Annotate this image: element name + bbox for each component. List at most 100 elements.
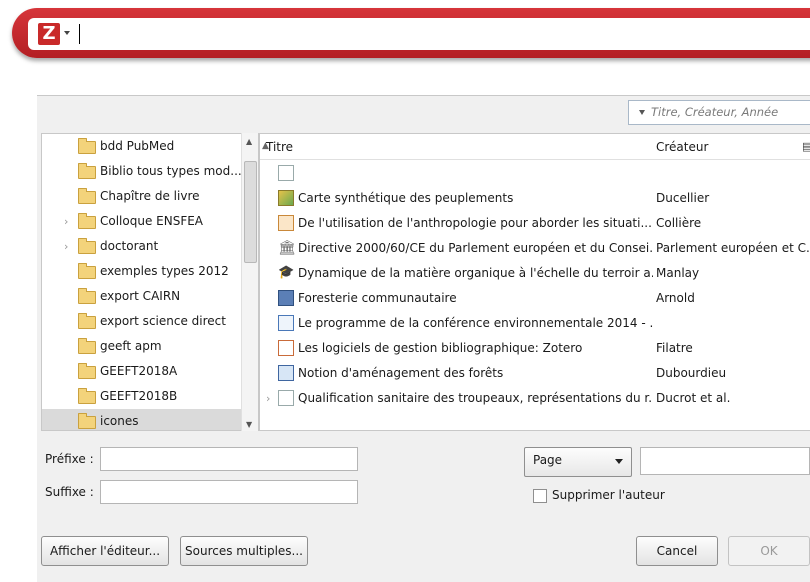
collection-item[interactable]: GEEFT2018B [42,384,246,409]
scroll-down-icon[interactable]: ▼ [246,420,252,429]
thesis-icon: 🎓 [278,265,295,280]
ok-button[interactable]: OK [728,536,810,566]
item-row[interactable] [260,161,810,186]
map-icon [278,190,294,206]
expand-twisty-icon[interactable]: › [64,209,68,234]
document-icon [278,390,294,406]
collection-item[interactable]: icones [42,409,246,430]
collection-label: doctorant [100,239,159,253]
item-creator: Ducellier [656,191,710,205]
collection-item[interactable]: exemples types 2012 [42,259,246,284]
items-header: ▲ Titre Créateur ▤ [260,134,810,160]
item-title: Dynamique de la matière organique à l'éc… [298,266,653,280]
book-section-icon [278,365,294,381]
item-creator: Dubourdieu [656,366,727,380]
item-creator: Parlement européen et C... [656,241,810,255]
scrollbar-thumb[interactable] [244,161,257,263]
folder-icon [78,338,96,354]
prefix-field[interactable] [100,447,358,471]
item-row[interactable]: Les logiciels de gestion bibliographique… [260,336,810,361]
item-row[interactable]: Foresterie communautaire Arnold [260,286,810,311]
prefix-label: Préfixe : [45,452,94,466]
item-creator: Manlay [656,266,700,280]
suppress-author-label[interactable]: Supprimer l'auteur [552,488,665,502]
text-caret [79,24,80,44]
item-creator: Collière [656,216,702,230]
item-title: Directive 2000/60/CE du Parlement europé… [298,241,653,255]
item-row[interactable]: Le programme de la conférence environnem… [260,311,810,336]
folder-icon [78,163,96,179]
item-row[interactable]: › Qualification sanitaire des troupeaux, … [260,386,810,411]
locator-type-value: Page [533,453,563,467]
column-title-header[interactable]: Titre [266,140,293,154]
collection-label: export science direct [100,314,226,328]
expand-twisty-icon[interactable]: › [64,234,68,259]
collection-label: bdd PubMed [100,139,175,153]
items-pane[interactable]: ▲ Titre Créateur ▤ Carte synthétique des… [259,133,810,431]
item-row[interactable]: 🎓 Dynamique de la matière organique à l'é… [260,261,810,286]
collection-label: GEEFT2018A [100,364,178,378]
item-title: Les logiciels de gestion bibliographique… [298,341,583,355]
report-icon [278,315,294,331]
folder-icon [78,288,96,304]
collection-item[interactable]: › Colloque ENSFEA [42,209,246,234]
collection-item[interactable]: Chapître de livre [42,184,246,209]
book-icon [278,290,294,306]
search-placeholder: Titre, Créateur, Année [651,105,779,119]
collection-label: export CAIRN [100,289,181,303]
document-icon [278,165,294,181]
suffix-label: Suffixe : [45,485,94,499]
collection-label: icones [100,414,139,428]
multiple-sources-button[interactable]: Sources multiples... [180,536,308,566]
chevron-down-icon [615,459,623,464]
collection-item[interactable]: geeft apm [42,334,246,359]
presentation-icon [278,215,294,231]
folder-icon [78,388,96,404]
collection-label: Colloque ENSFEA [100,214,204,228]
statute-icon: 🏛 [278,240,296,256]
scroll-up-icon[interactable]: ▲ [246,137,252,146]
collection-item[interactable]: Biblio tous types mod... [42,159,246,184]
collection-label: geeft apm [100,339,162,353]
item-title: Qualification sanitaire des troupeaux, r… [298,391,653,405]
locator-type-select[interactable]: Page [524,447,632,477]
item-row[interactable]: Notion d'aménagement des forêts Dubourdie… [260,361,810,386]
item-title: Foresterie communautaire [298,291,457,305]
collection-label: Biblio tous types mod... [100,164,242,178]
expand-twisty-icon[interactable]: › [266,386,270,411]
collection-item[interactable]: GEEFT2018A [42,359,246,384]
folder-icon [78,413,96,429]
journal-article-icon [278,340,294,356]
item-creator: Arnold [656,291,695,305]
suppress-author-checkbox[interactable] [533,489,547,503]
collections-scrollbar[interactable]: ▲ ▼ [241,133,258,431]
folder-icon [78,313,96,329]
item-row[interactable]: Carte synthétique des peuplements Ducelli… [260,186,810,211]
collections-pane[interactable]: bdd PubMed Biblio tous types mod... Chapît… [41,133,259,431]
show-editor-button[interactable]: Afficher l'éditeur... [41,536,169,566]
collection-item[interactable]: › doctorant [42,234,246,259]
chevron-down-icon[interactable] [64,31,70,35]
item-title: Notion d'aménagement des forêts [298,366,504,380]
collection-item[interactable]: export science direct [42,309,246,334]
column-picker-icon[interactable]: ▤ [802,140,810,153]
locator-field[interactable] [640,447,810,475]
zotero-logo-icon[interactable]: Z [38,23,60,45]
item-row[interactable]: De l'utilisation de l'anthropologie pour… [260,211,810,236]
suffix-field[interactable] [100,480,358,504]
collection-item[interactable]: export CAIRN [42,284,246,309]
quick-format-input[interactable] [28,18,810,50]
search-input[interactable]: Titre, Créateur, Année [628,100,810,125]
item-row[interactable]: 🏛 Directive 2000/60/CE du Parlement europ… [260,236,810,261]
item-creator: Ducrot et al. [656,391,731,405]
collection-label: Chapître de livre [100,189,200,203]
item-title: De l'utilisation de l'anthropologie pour… [298,216,652,230]
folder-icon [78,238,96,254]
cancel-button[interactable]: Cancel [636,536,718,566]
item-title: Carte synthétique des peuplements [298,191,514,205]
item-creator: Filatre [656,341,693,355]
collection-label: exemples types 2012 [100,264,229,278]
column-creator-header[interactable]: Créateur [656,140,708,154]
search-mode-dropdown-icon[interactable] [639,110,645,115]
collection-item[interactable]: bdd PubMed [42,134,246,159]
